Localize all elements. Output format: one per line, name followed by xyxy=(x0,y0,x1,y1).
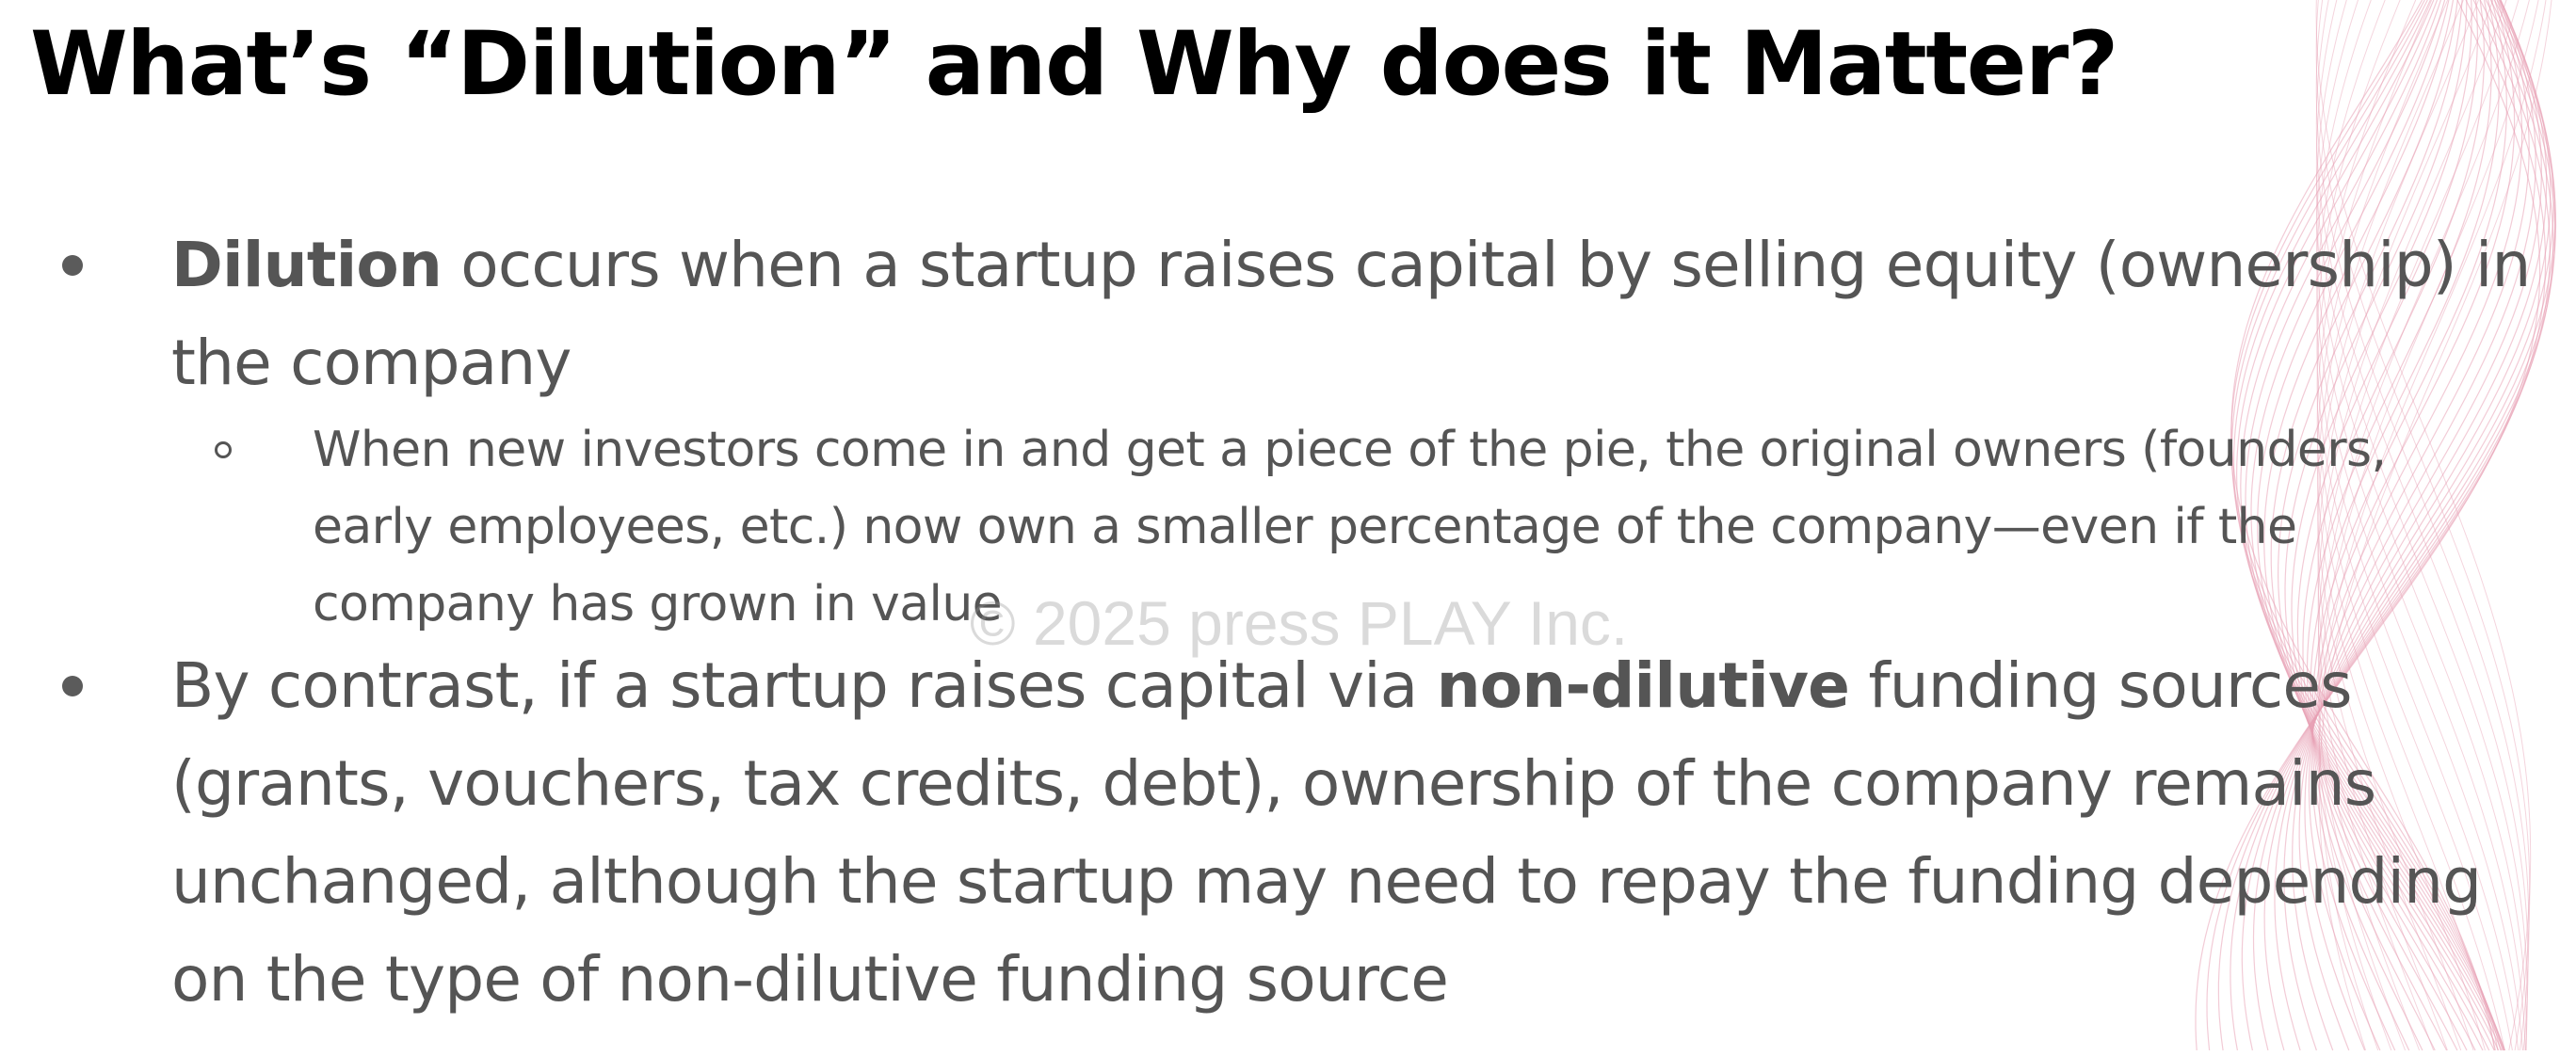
sub-bullet-icon xyxy=(215,441,232,458)
bullet-icon xyxy=(62,676,83,696)
bullet-1-text: Dilution occurs when a startup raises ca… xyxy=(171,216,2553,412)
bullet-1-bold-term: Dilution xyxy=(171,229,443,301)
copyright-watermark: © 2025 press PLAY Inc. xyxy=(970,588,1629,658)
slide: What’s “Dilution” and Why does it Matter… xyxy=(0,0,2576,1056)
bullet-2-text: By contrast, if a startup raises capital… xyxy=(171,637,2553,1029)
slide-title: What’s “Dilution” and Why does it Matter… xyxy=(30,13,2118,116)
bullet-1-body: occurs when a startup raises capital by … xyxy=(171,229,2531,399)
bullet-icon xyxy=(62,255,83,276)
